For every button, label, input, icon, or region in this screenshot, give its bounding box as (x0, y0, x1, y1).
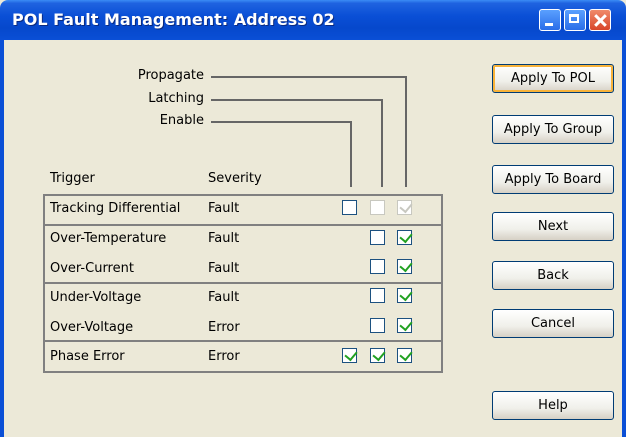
propagate-checkbox[interactable] (397, 258, 413, 274)
close-icon[interactable] (589, 9, 611, 31)
propagate-connector (211, 76, 407, 78)
severity-cell: Fault (208, 261, 240, 276)
latching-connector (211, 99, 383, 101)
propagate-label: Propagate (137, 68, 204, 83)
enable-label: Enable (159, 113, 204, 128)
next-button[interactable]: Next (492, 212, 614, 241)
severity-cell: Error (208, 320, 240, 335)
latching-checkbox[interactable] (370, 230, 385, 245)
latching-connector-vertical (381, 99, 383, 187)
propagate-checkbox[interactable] (397, 287, 413, 303)
propagate-checkbox[interactable] (397, 347, 413, 363)
window-frame-right (622, 40, 626, 437)
propagate-checkbox[interactable] (397, 199, 413, 215)
maximize-icon[interactable] (564, 9, 586, 31)
severity-cell: Fault (208, 201, 240, 216)
title-bar[interactable]: POL Fault Management: Address 02 (0, 0, 626, 40)
cancel-button[interactable]: Cancel (492, 309, 614, 338)
propagate-checkbox[interactable] (397, 229, 413, 245)
latching-checkbox[interactable] (370, 259, 385, 274)
severity-cell: Fault (208, 290, 240, 305)
enable-checkbox[interactable] (342, 200, 357, 215)
trigger-cell: Phase Error (50, 349, 125, 364)
latching-checkbox[interactable] (370, 347, 386, 363)
trigger-cell: Over-Current (50, 261, 134, 276)
severity-cell: Fault (208, 231, 240, 246)
apply-to-board-button[interactable]: Apply To Board (492, 165, 614, 194)
apply-to-group-button[interactable]: Apply To Group (492, 115, 614, 144)
trigger-cell: Over-Temperature (50, 231, 167, 246)
trigger-cell: Tracking Differential (50, 201, 181, 216)
enable-connector-vertical (350, 121, 352, 187)
latching-checkbox[interactable] (370, 318, 385, 333)
propagate-checkbox[interactable] (397, 317, 413, 333)
window-frame-left (0, 40, 4, 437)
trigger-column-header: Trigger (50, 171, 95, 186)
back-button[interactable]: Back (492, 261, 614, 290)
enable-connector (211, 121, 352, 123)
dialog-window: POL Fault Management: Address 02 Propaga… (0, 0, 626, 437)
help-button[interactable]: Help (492, 391, 614, 420)
latching-label: Latching (148, 91, 204, 106)
severity-column-header: Severity (208, 171, 262, 186)
enable-checkbox[interactable] (342, 347, 358, 363)
propagate-connector-vertical (405, 76, 407, 187)
minimize-icon[interactable] (539, 9, 561, 31)
trigger-cell: Under-Voltage (50, 290, 142, 305)
severity-cell: Error (208, 349, 240, 364)
window-title: POL Fault Management: Address 02 (12, 10, 335, 29)
trigger-cell: Over-Voltage (50, 320, 134, 335)
latching-checkbox[interactable] (370, 288, 385, 303)
apply-to-pol-button[interactable]: Apply To POL (492, 64, 614, 93)
latching-checkbox[interactable] (370, 200, 385, 215)
